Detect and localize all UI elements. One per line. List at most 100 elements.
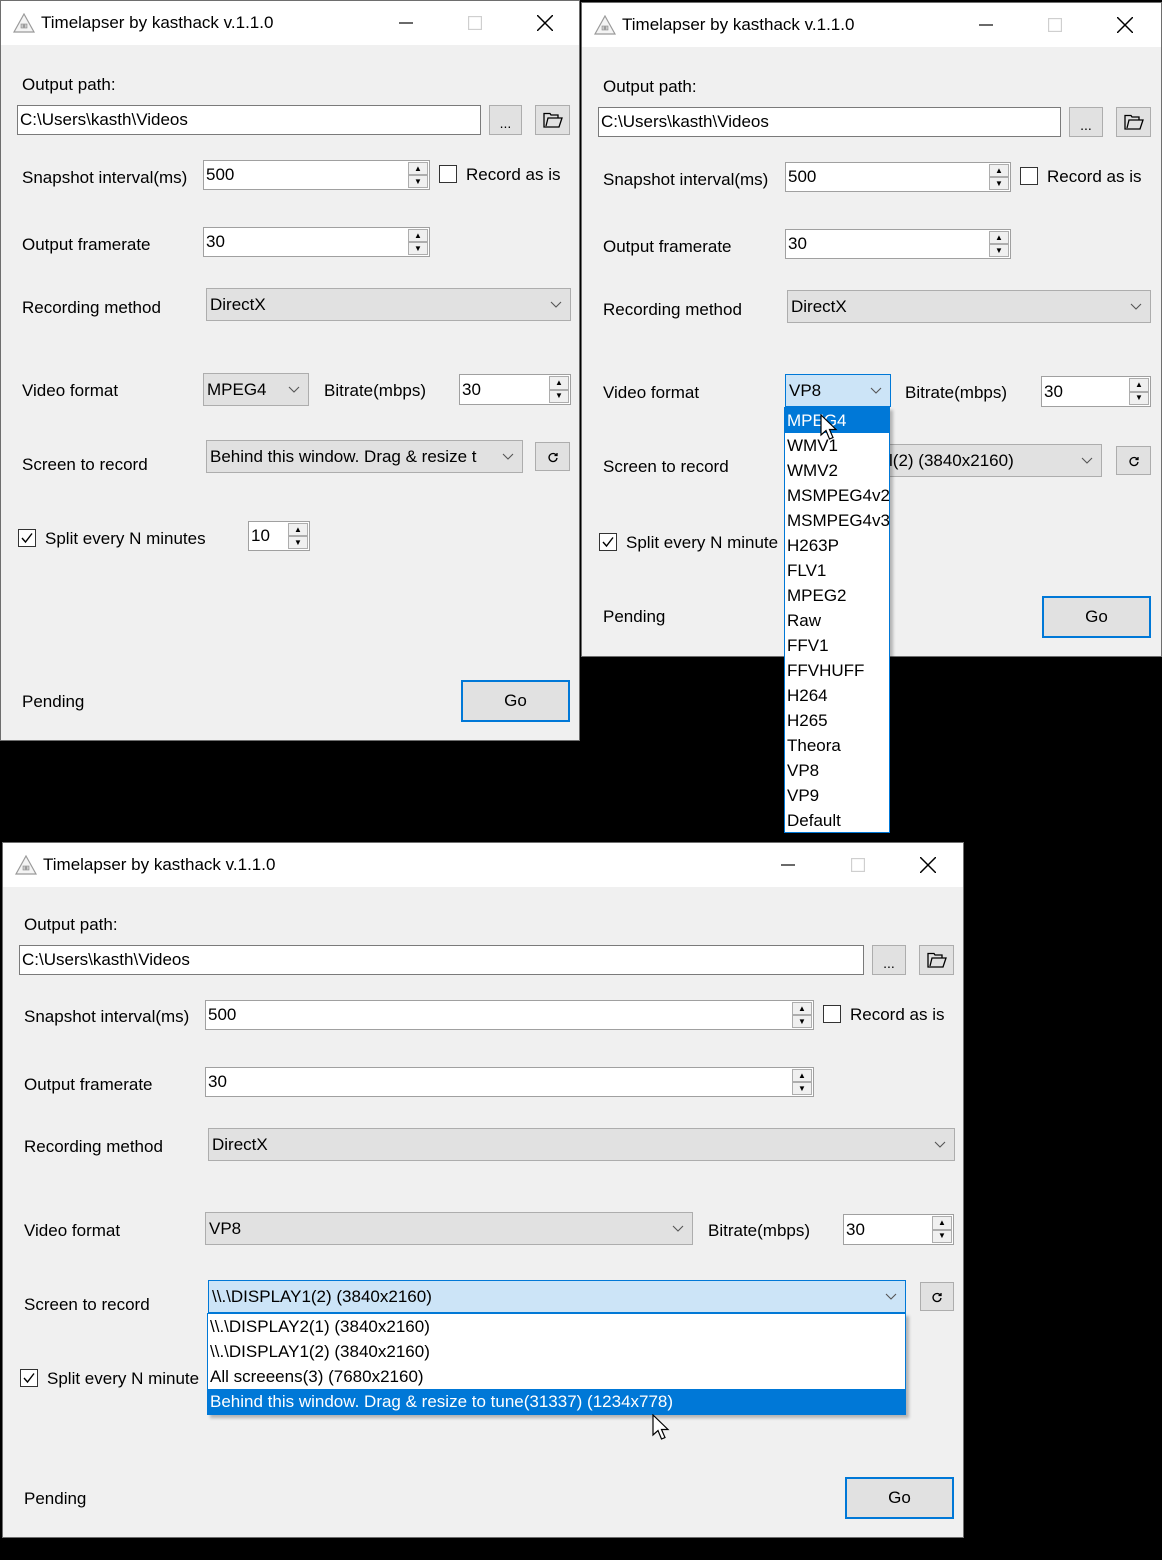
browse-button[interactable]: ... — [1069, 107, 1103, 137]
screen-option[interactable]: \\.\DISPLAY2(1) (3840x2160) — [208, 1314, 905, 1339]
title-bar[interactable]: Timelapser by kasthack v.1.1.0 — [3, 843, 963, 887]
spin-up-button[interactable]: ▲ — [408, 229, 428, 242]
maximize-button[interactable] — [835, 843, 881, 887]
record-as-is-checkbox[interactable] — [439, 165, 457, 183]
screen-option[interactable]: Behind this window. Drag & resize to tun… — [208, 1389, 905, 1414]
output-path-input[interactable]: C:\Users\kasth\Videos — [17, 105, 481, 135]
video-format-option[interactable]: Raw — [785, 608, 889, 633]
screen-option[interactable]: \\.\DISPLAY1(2) (3840x2160) — [208, 1339, 905, 1364]
close-button[interactable] — [522, 1, 568, 45]
screen-to-record-select[interactable]: Behind this window. Drag & resize t — [206, 440, 523, 473]
split-minutes-spinner[interactable]: 10 ▲ ▼ — [248, 521, 310, 551]
record-as-is-checkbox[interactable] — [823, 1005, 841, 1023]
snapshot-interval-spinner[interactable]: 500 ▲ ▼ — [785, 162, 1011, 192]
open-folder-button[interactable] — [535, 105, 570, 135]
recording-method-select[interactable]: DirectX — [787, 290, 1151, 323]
video-format-option[interactable]: H263P — [785, 533, 889, 558]
bitrate-spinner[interactable]: 30 ▲ ▼ — [1041, 376, 1151, 407]
screen-to-record-dropdown-list[interactable]: \\.\DISPLAY2(1) (3840x2160) \\.\DISPLAY1(… — [207, 1313, 906, 1415]
folder-icon — [927, 952, 947, 968]
spin-up-button[interactable]: ▲ — [1129, 378, 1149, 392]
close-icon — [920, 857, 936, 873]
video-format-option[interactable]: FFV1 — [785, 633, 889, 658]
title-bar[interactable]: Timelapser by kasthack v.1.1.0 — [1, 1, 579, 45]
open-folder-button[interactable] — [919, 945, 954, 975]
go-button[interactable]: Go — [1042, 596, 1151, 638]
screen-to-record-select[interactable]: l(2) (3840x2160) — [882, 444, 1102, 477]
spin-down-button[interactable]: ▼ — [288, 536, 308, 549]
screen-to-record-select[interactable]: \\.\DISPLAY1(2) (3840x2160) — [208, 1280, 906, 1313]
spin-down-button[interactable]: ▼ — [932, 1229, 952, 1243]
record-as-is-checkbox[interactable] — [1020, 167, 1038, 185]
minimize-button[interactable] — [383, 1, 429, 45]
output-path-input[interactable]: C:\Users\kasth\Videos — [19, 945, 864, 975]
video-format-select[interactable]: VP8 — [785, 374, 891, 407]
screen-option[interactable]: All screeens(3) (7680x2160) — [208, 1364, 905, 1389]
video-format-option[interactable]: FLV1 — [785, 558, 889, 583]
spin-up-button[interactable]: ▲ — [792, 1069, 812, 1082]
refresh-screens-button[interactable] — [1116, 446, 1151, 475]
title-bar[interactable]: Timelapser by kasthack v.1.1.0 — [582, 3, 1161, 47]
video-format-dropdown-list[interactable]: MPEG4 WMV1 WMV2 MSMPEG4v2 MSMPEG4v3 H263P FLV1… — [784, 407, 890, 833]
spin-down-button[interactable]: ▼ — [792, 1082, 812, 1095]
spin-down-button[interactable]: ▼ — [989, 244, 1009, 257]
split-label: Split every N minutes — [45, 529, 206, 548]
output-framerate-spinner[interactable]: 30 ▲ ▼ — [205, 1067, 814, 1097]
spin-up-button[interactable]: ▲ — [989, 231, 1009, 244]
browse-button[interactable]: ... — [489, 105, 522, 135]
open-folder-button[interactable] — [1116, 107, 1151, 137]
spin-down-button[interactable]: ▼ — [549, 389, 569, 403]
video-format-option[interactable]: VP8 — [785, 758, 889, 783]
video-format-option[interactable]: MSMPEG4v3 — [785, 508, 889, 533]
close-button[interactable] — [1102, 3, 1148, 47]
browse-button[interactable]: ... — [872, 945, 906, 975]
minimize-button[interactable] — [765, 843, 811, 887]
video-format-option[interactable]: H264 — [785, 683, 889, 708]
video-format-option[interactable]: MSMPEG4v2 — [785, 483, 889, 508]
split-checkbox[interactable] — [18, 529, 36, 547]
spin-up-button[interactable]: ▲ — [989, 164, 1009, 177]
spin-up-button[interactable]: ▲ — [288, 523, 308, 536]
spin-down-button[interactable]: ▼ — [792, 1015, 812, 1028]
spin-up-button[interactable]: ▲ — [792, 1002, 812, 1015]
video-format-option[interactable]: Default — [785, 808, 889, 832]
video-format-option[interactable]: H265 — [785, 708, 889, 733]
output-framerate-label: Output framerate — [22, 235, 151, 254]
video-format-option[interactable]: VP9 — [785, 783, 889, 808]
maximize-button[interactable] — [1032, 3, 1078, 47]
close-button[interactable] — [905, 843, 951, 887]
video-format-option[interactable]: FFVHUFF — [785, 658, 889, 683]
output-framerate-spinner[interactable]: 30 ▲ ▼ — [785, 229, 1011, 259]
minimize-button[interactable] — [963, 3, 1009, 47]
video-format-option[interactable]: WMV2 — [785, 458, 889, 483]
checkmark-icon — [20, 531, 34, 545]
spin-down-button[interactable]: ▼ — [1129, 391, 1149, 405]
spin-down-button[interactable]: ▼ — [408, 175, 428, 188]
spin-up-button[interactable]: ▲ — [932, 1216, 952, 1230]
refresh-screens-button[interactable] — [920, 1282, 954, 1311]
bitrate-spinner[interactable]: 30 ▲ ▼ — [843, 1214, 954, 1245]
go-button[interactable]: Go — [461, 680, 570, 722]
spin-down-button[interactable]: ▼ — [408, 242, 428, 255]
recording-method-select[interactable]: DirectX — [208, 1128, 955, 1161]
screen-to-record-value: \\.\DISPLAY1(2) (3840x2160) — [212, 1286, 432, 1306]
snapshot-interval-spinner[interactable]: 500 ▲ ▼ — [203, 160, 430, 190]
bitrate-label: Bitrate(mbps) — [905, 383, 1008, 402]
video-format-option[interactable]: MPEG2 — [785, 583, 889, 608]
video-format-select[interactable]: MPEG4 — [203, 373, 309, 406]
video-format-select[interactable]: VP8 — [205, 1212, 693, 1245]
spin-up-button[interactable]: ▲ — [549, 376, 569, 390]
recording-method-select[interactable]: DirectX — [206, 288, 571, 321]
go-button[interactable]: Go — [845, 1477, 954, 1519]
spin-up-button[interactable]: ▲ — [408, 162, 428, 175]
output-framerate-spinner[interactable]: 30 ▲ ▼ — [203, 227, 430, 257]
snapshot-interval-spinner[interactable]: 500 ▲ ▼ — [205, 1000, 814, 1030]
video-format-option[interactable]: Theora — [785, 733, 889, 758]
output-path-input[interactable]: C:\Users\kasth\Videos — [598, 107, 1061, 137]
bitrate-spinner[interactable]: 30 ▲ ▼ — [459, 374, 571, 405]
split-checkbox[interactable] — [599, 533, 617, 551]
maximize-button[interactable] — [452, 1, 498, 45]
spin-down-button[interactable]: ▼ — [989, 177, 1009, 190]
refresh-screens-button[interactable] — [535, 442, 570, 471]
split-checkbox[interactable] — [20, 1369, 38, 1387]
